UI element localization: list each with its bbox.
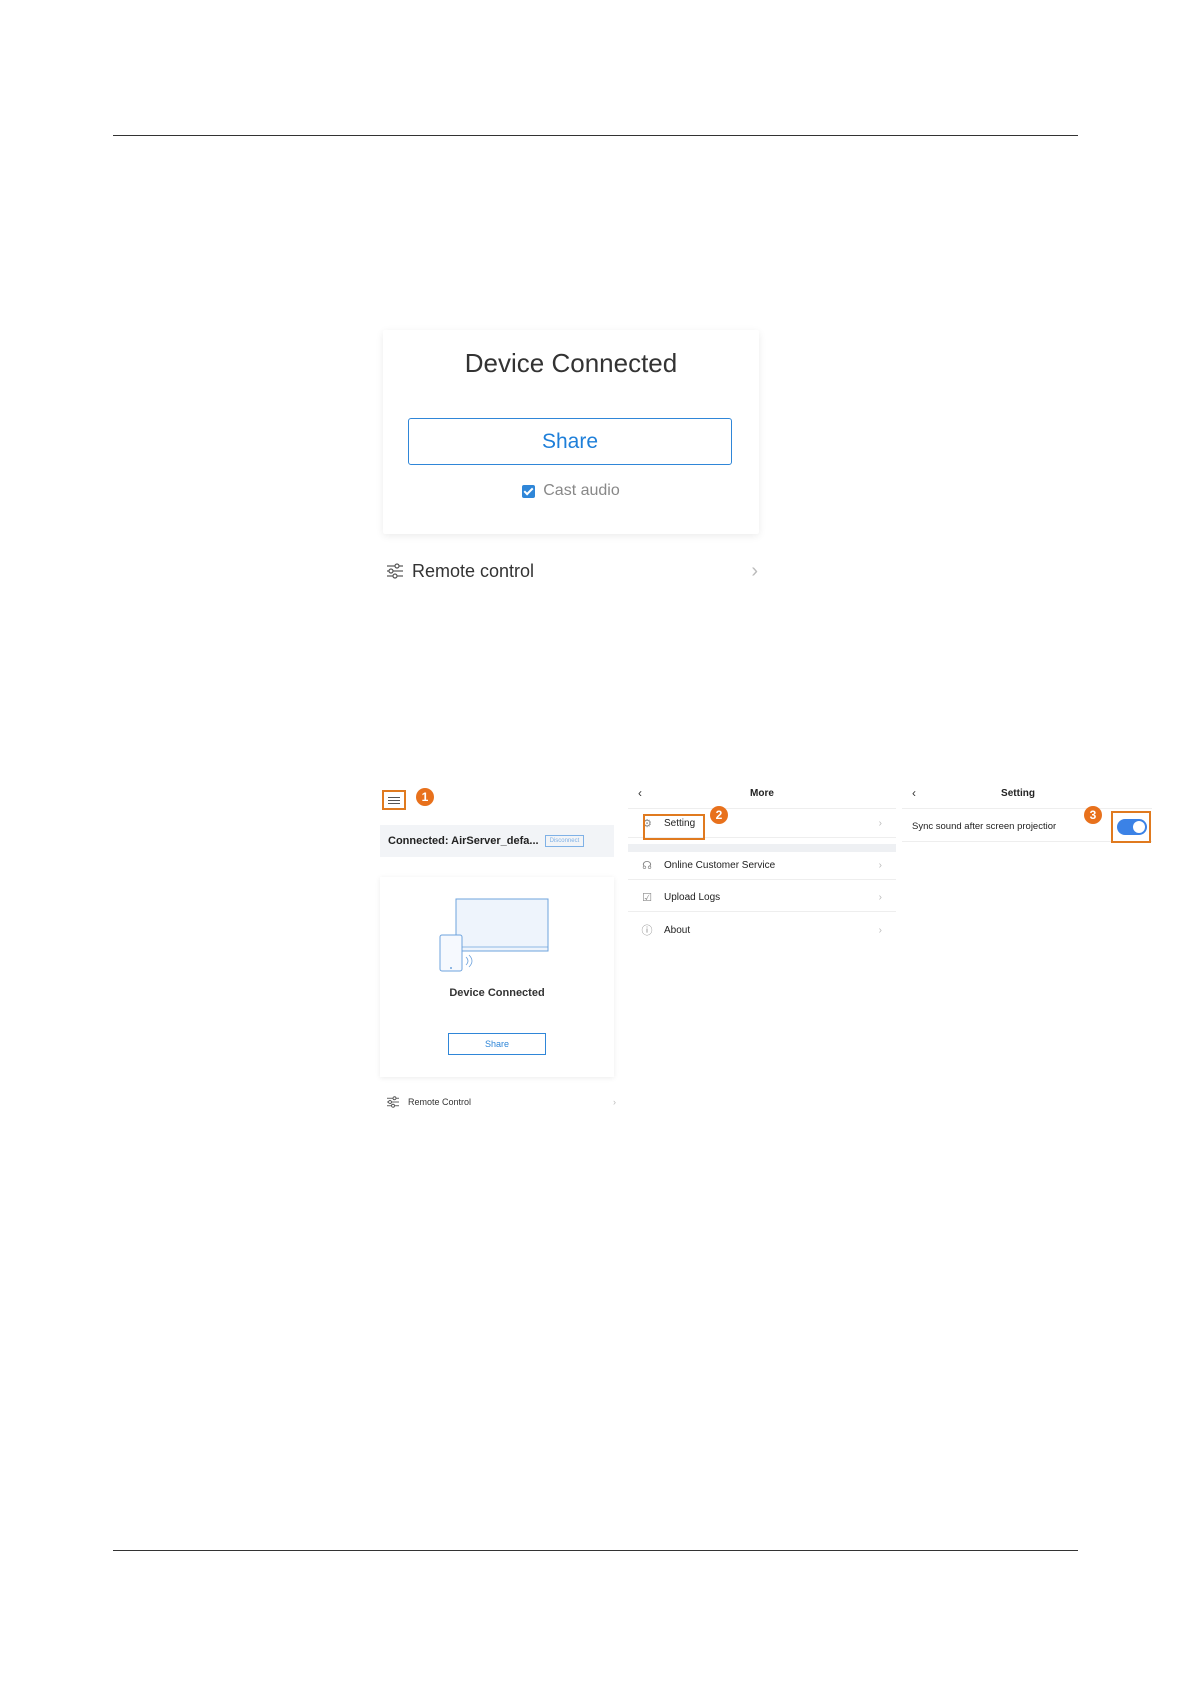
setting-screen: ‹ Setting Sync sound after screen projec… — [902, 782, 1152, 843]
menu-item-label: About — [664, 924, 691, 936]
toggle-highlight — [1111, 811, 1151, 843]
more-screen: ‹ More ⚙ Setting › 2 ☊ Online Customer S… — [628, 782, 896, 952]
menu-item-customer-service[interactable]: ☊ Online Customer Service › — [628, 852, 896, 880]
headset-icon: ☊ — [642, 860, 652, 872]
chevron-right-icon: › — [878, 892, 882, 903]
device-connected-title: Device Connected — [464, 348, 678, 378]
upload-log-icon: ☑ — [642, 892, 652, 904]
remote-control-label-small: Remote Control — [408, 1097, 472, 1107]
menu-item-label: Online Customer Service — [664, 860, 776, 871]
chevron-right-icon: › — [878, 924, 882, 936]
step-badge-3: 3 — [1084, 806, 1102, 824]
chevron-right-icon: › — [613, 1097, 616, 1107]
connection-bar: Connected: AirServer_defa... Disconnect — [380, 825, 614, 857]
setting-highlight — [643, 814, 705, 840]
setting-title: Setting — [1001, 788, 1035, 799]
chevron-right-icon: › — [878, 818, 882, 829]
cast-audio-option[interactable]: Cast audio — [383, 482, 759, 500]
menu-item-label: Upload Logs — [664, 892, 721, 903]
device-card: Device Connected Share — [380, 877, 614, 1077]
sliders-icon — [387, 1096, 399, 1108]
header-rule — [113, 135, 1078, 136]
more-header: ‹ More — [628, 782, 896, 809]
checkbox-icon[interactable] — [522, 484, 536, 498]
chevron-right-icon: › — [878, 860, 882, 871]
device-connected-text: Device Connected — [449, 987, 545, 999]
chevron-right-icon: › — [751, 559, 758, 582]
setting-header: ‹ Setting — [902, 782, 1152, 809]
section-divider — [628, 844, 896, 852]
connected-text: Connected: AirServer_defa... — [388, 835, 539, 847]
sync-sound-label: Sync sound after screen projectior — [912, 821, 1057, 832]
devices-illustration — [439, 898, 549, 972]
sliders-icon — [387, 563, 403, 579]
device-connected-card: Device Connected Share Cast audio — [383, 330, 759, 534]
menu-item-upload-logs[interactable]: ☑ Upload Logs › — [628, 884, 896, 912]
step-badge-1: 1 — [416, 788, 434, 806]
menu-icon[interactable] — [382, 790, 406, 810]
disconnect-button[interactable]: Disconnect — [544, 835, 585, 847]
remote-control-row[interactable]: Remote control › — [386, 558, 758, 584]
step-badge-2: 2 — [710, 806, 728, 824]
info-icon: ⓘ — [641, 925, 653, 937]
footer-rule — [113, 1550, 1078, 1551]
menu-item-about[interactable]: ⓘ About › — [628, 916, 896, 944]
share-button[interactable]: Share — [408, 418, 732, 465]
remote-control-label: Remote control — [412, 560, 535, 581]
more-title: More — [750, 788, 774, 799]
share-button-small[interactable]: Share — [448, 1033, 546, 1055]
remote-control-row-small[interactable]: Remote Control › — [386, 1096, 616, 1108]
cast-audio-label: Cast audio — [543, 482, 620, 499]
app-home-screen: 1 Connected: AirServer_defa... Disconnec… — [378, 780, 618, 1120]
back-icon[interactable]: ‹ — [912, 786, 916, 800]
